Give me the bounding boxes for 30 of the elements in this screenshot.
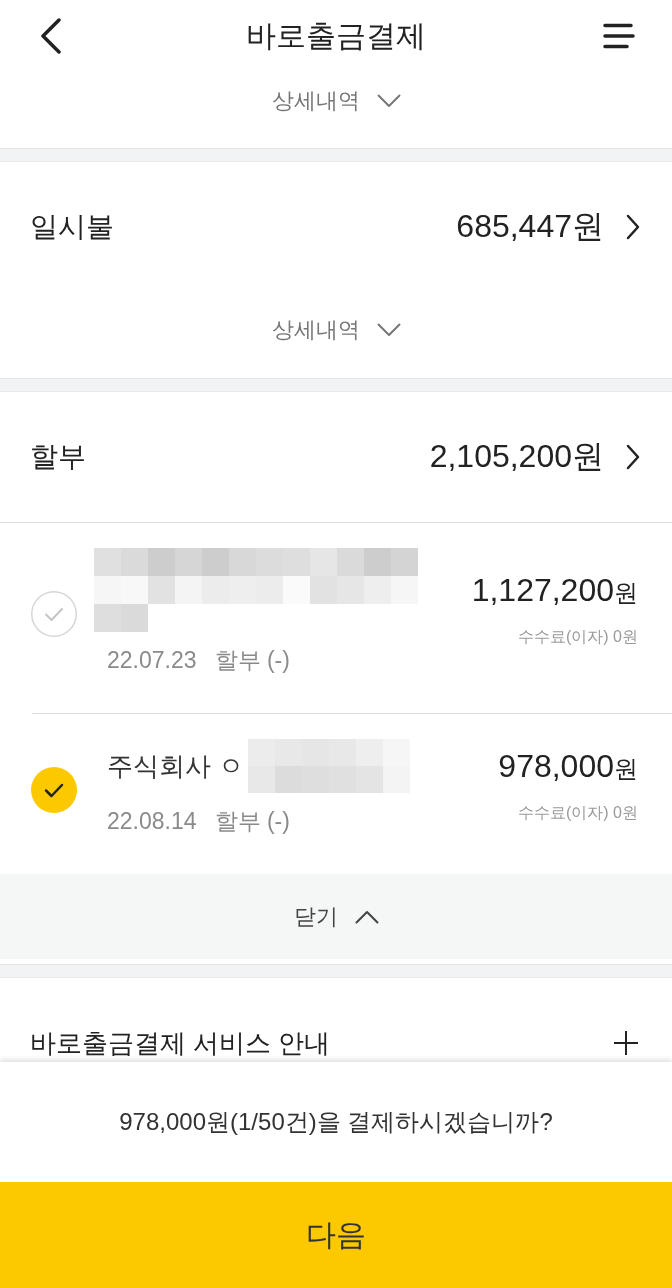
checkbox[interactable] <box>31 590 77 637</box>
plus-icon[interactable] <box>613 1030 639 1056</box>
chevron-down-icon <box>376 94 401 108</box>
category-label: 일시불 <box>30 210 114 244</box>
category-amount: 685,447원 <box>456 207 604 246</box>
payment-type: 할부 (-) <box>214 807 290 836</box>
details-toggle[interactable]: 상세내역 <box>271 76 401 126</box>
transaction-date: 22.08.14 <box>107 807 197 836</box>
page-title: 바로출금결제 <box>246 18 426 54</box>
next-button[interactable]: 다음 <box>0 1182 672 1288</box>
payment-type: 할부 (-) <box>214 646 290 675</box>
item-amount: 1,127,200원 <box>471 571 638 610</box>
category-amount: 2,105,200원 <box>429 437 604 476</box>
chevron-right-icon[interactable] <box>626 214 640 240</box>
back-icon[interactable] <box>40 18 62 54</box>
menu-icon[interactable] <box>603 23 635 49</box>
collapse-button[interactable]: 닫기 <box>0 874 672 959</box>
merchant-name: 주식회사 ㅇ <box>107 749 245 783</box>
info-title: 바로출금결제 서비스 안내 <box>30 1027 331 1060</box>
details-toggle[interactable]: 상세내역 <box>271 305 401 355</box>
transaction-date: 22.07.23 <box>107 646 197 675</box>
chevron-right-icon[interactable] <box>626 444 640 470</box>
confirm-message: 978,000원(1/50건)을 결제하시겠습니까? <box>119 1107 553 1137</box>
fee-text: 수수료(이자) 0원 <box>518 803 638 823</box>
fee-text: 수수료(이자) 0원 <box>518 627 638 647</box>
category-label: 할부 <box>30 440 86 474</box>
item-amount: 978,000원 <box>498 747 638 786</box>
checkbox[interactable] <box>31 766 77 813</box>
chevron-up-icon <box>354 909 379 924</box>
chevron-down-icon <box>376 323 401 337</box>
